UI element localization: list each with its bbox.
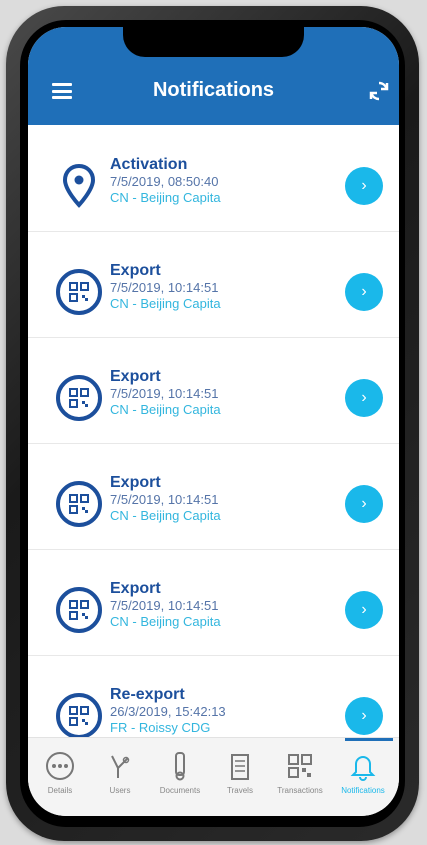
notification-date: 7/5/2019, 10:14:51 (110, 280, 219, 295)
notification-item[interactable]: Activation 7/5/2019, 08:50:40 CN - Beiji… (28, 125, 399, 232)
notification-date: 7/5/2019, 10:14:51 (110, 492, 219, 507)
notification-date: 7/5/2019, 10:14:51 (110, 598, 219, 613)
refresh-icon[interactable] (367, 79, 391, 103)
notification-location: CN - Beijing Capita (110, 508, 221, 523)
transactions-icon (288, 754, 312, 778)
notification-title: Export (110, 368, 161, 385)
notification-item[interactable]: Export 7/5/2019, 10:14:51 CN - Beijing C… (28, 443, 399, 550)
page-title: Notifications (152, 79, 275, 101)
tab-notifications[interactable]: Notifications (333, 750, 393, 795)
expand-button[interactable]: › (345, 485, 383, 523)
tab-documents[interactable]: Documents (150, 750, 210, 795)
notification-location: CN - Beijing Capita (110, 614, 221, 629)
expand-button[interactable]: › (345, 273, 383, 311)
notification-list: Activation 7/5/2019, 08:50:40 CN - Beiji… (28, 125, 399, 762)
notification-location: CN - Beijing Capita (110, 402, 221, 417)
tab-label: Details (47, 786, 73, 795)
notification-location: FR - Roissy CDG (110, 720, 211, 735)
notification-item[interactable]: Export 7/5/2019, 10:14:51 CN - Beijing C… (28, 337, 399, 444)
qr-code-icon (56, 587, 102, 633)
tab-label: Users (109, 786, 131, 795)
location-pin-icon (62, 163, 96, 208)
travels-icon (231, 754, 249, 780)
tab-label: Transactions (277, 786, 323, 795)
tab-travels[interactable]: Travels (210, 750, 270, 795)
app-screen: Notifications Activation 7/5/2019, 08:50… (28, 27, 399, 816)
tab-label: Documents (159, 786, 201, 795)
tab-users[interactable]: Users (90, 750, 150, 795)
active-tab-indicator (345, 738, 393, 741)
notification-title: Export (110, 262, 161, 279)
notification-title: Export (110, 580, 161, 597)
expand-button[interactable]: › (345, 379, 383, 417)
notification-item[interactable]: Export 7/5/2019, 10:14:51 CN - Beijing C… (28, 549, 399, 656)
tab-label: Travels (227, 786, 253, 795)
notification-title: Export (110, 474, 161, 491)
phone-notch (123, 27, 304, 57)
expand-button[interactable]: › (345, 167, 383, 205)
bottom-tab-bar: Details Users Documents Travels Transact… (28, 737, 399, 816)
tab-details[interactable]: Details (30, 750, 90, 795)
notification-date: 26/3/2019, 15:42:13 (110, 704, 226, 719)
users-icon (111, 755, 130, 778)
notification-title: Activation (110, 156, 188, 173)
notification-item[interactable]: Export 7/5/2019, 10:14:51 CN - Beijing C… (28, 231, 399, 338)
notification-location: CN - Beijing Capita (110, 190, 221, 205)
notification-date: 7/5/2019, 08:50:40 (110, 174, 219, 189)
tab-label: Notifications (341, 786, 385, 795)
notification-date: 7/5/2019, 10:14:51 (110, 386, 219, 401)
qr-code-icon (56, 269, 102, 315)
notification-title: Re-export (110, 686, 185, 703)
documents-icon (175, 752, 185, 781)
expand-button[interactable]: › (345, 591, 383, 629)
qr-code-icon (56, 375, 102, 421)
tab-transactions[interactable]: Transactions (270, 750, 330, 795)
bell-icon (350, 756, 376, 781)
qr-code-icon (56, 481, 102, 527)
qr-code-icon (56, 693, 102, 739)
details-icon (46, 752, 74, 780)
expand-button[interactable]: › (345, 697, 383, 735)
notification-location: CN - Beijing Capita (110, 296, 221, 311)
